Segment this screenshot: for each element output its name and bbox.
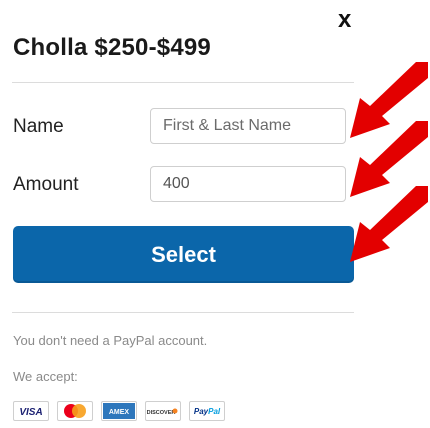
- amount-input[interactable]: [151, 167, 345, 201]
- close-button[interactable]: x: [338, 6, 351, 34]
- paypal-note: You don't need a PayPal account.: [13, 333, 208, 348]
- arrow-select-annotation: [350, 186, 428, 262]
- name-input[interactable]: [150, 108, 346, 144]
- name-label: Name: [13, 116, 64, 137]
- select-button[interactable]: Select: [13, 226, 354, 283]
- discover-icon: DISCOVER: [145, 401, 181, 421]
- svg-text:VISA: VISA: [19, 407, 42, 418]
- divider-top: [12, 82, 354, 83]
- amount-input-group: $: [150, 166, 346, 202]
- card-logos: VISA AMEX DISCOVER PayPal: [13, 401, 225, 421]
- amex-icon: AMEX: [101, 401, 137, 421]
- dialog-title: Cholla $250-$499: [13, 34, 211, 61]
- svg-text:PayPal: PayPal: [194, 407, 221, 416]
- amount-label: Amount: [13, 174, 79, 195]
- accept-label: We accept:: [13, 369, 78, 384]
- svg-text:DISCOVER: DISCOVER: [147, 410, 176, 416]
- visa-icon: VISA: [13, 401, 49, 421]
- svg-text:AMEX: AMEX: [109, 409, 130, 416]
- mastercard-icon: [57, 401, 93, 421]
- paypal-icon: PayPal: [189, 401, 225, 421]
- divider-bottom: [12, 312, 354, 313]
